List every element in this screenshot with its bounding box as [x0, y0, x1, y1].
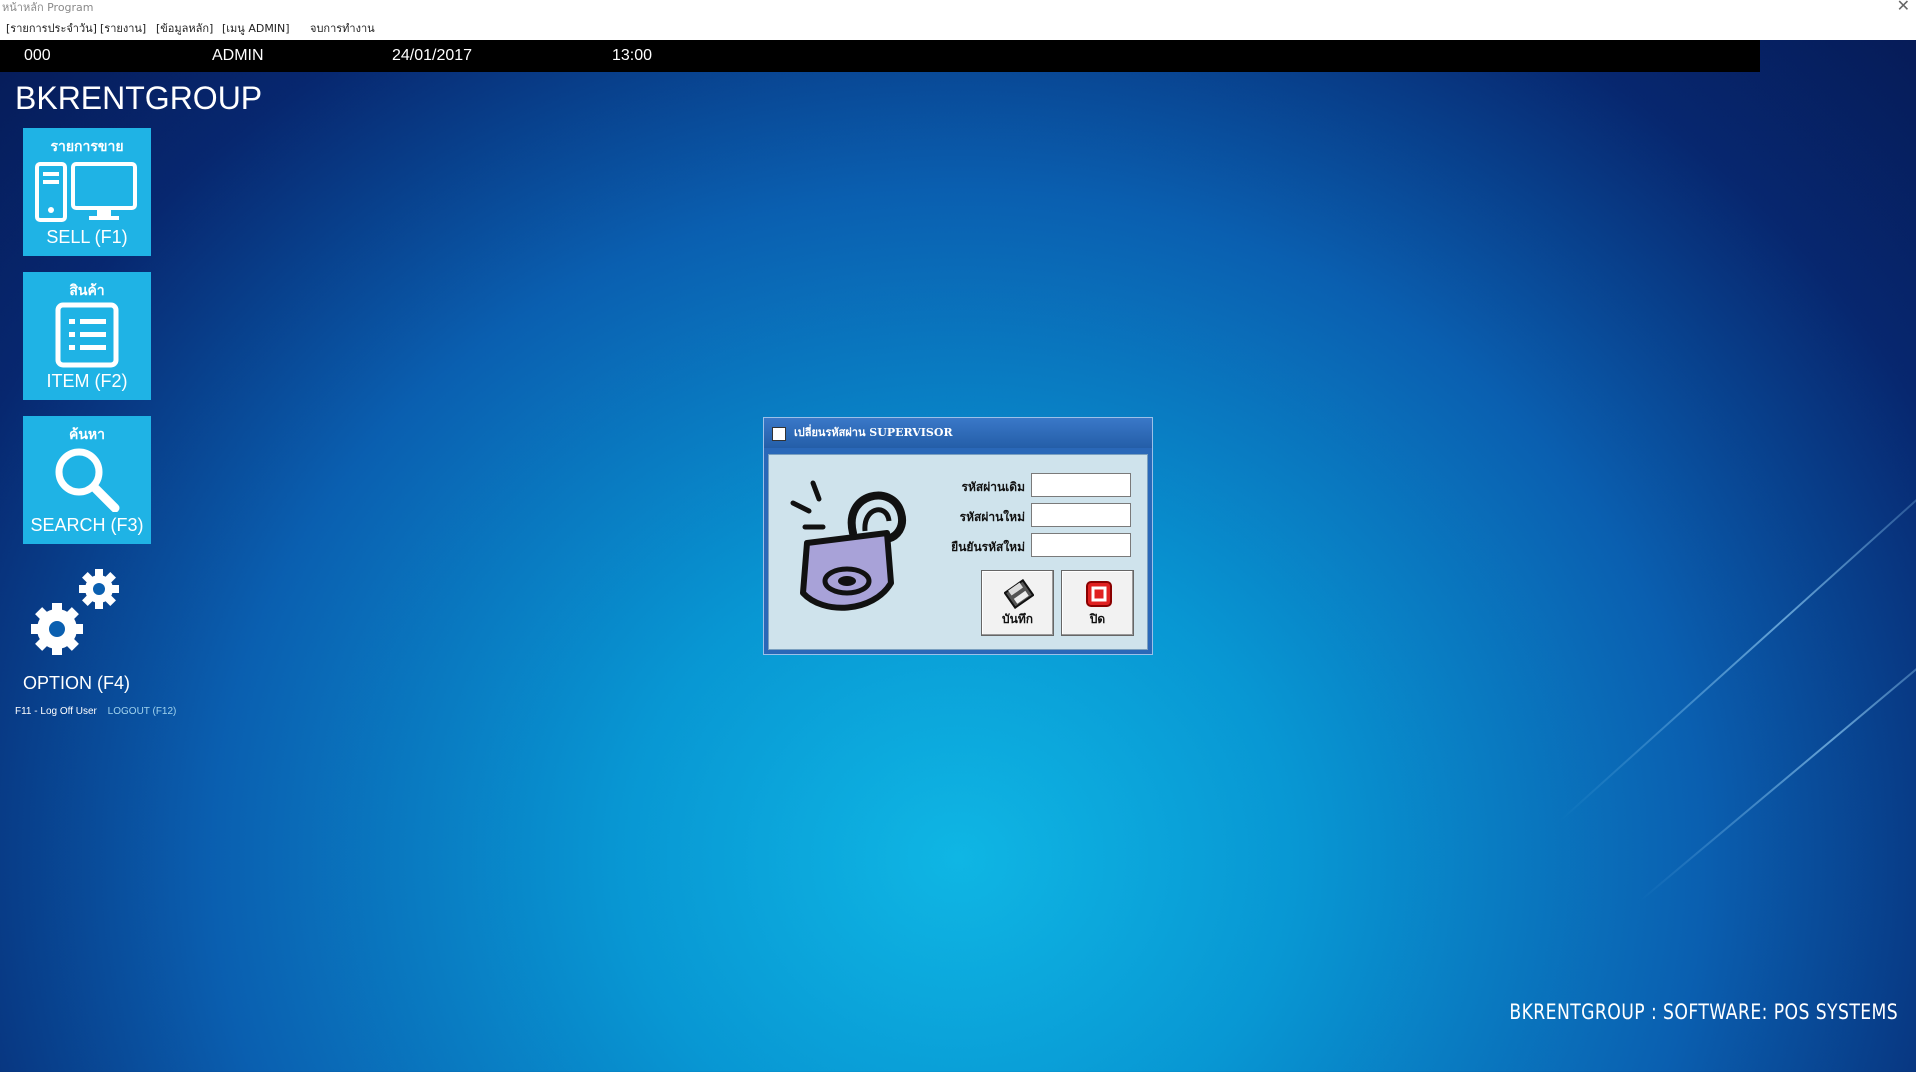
floppy-disk-icon — [1004, 579, 1034, 609]
status-time: 13:00 — [612, 47, 653, 64]
old-password-input[interactable] — [1031, 473, 1131, 497]
window-titlebar: หน้าหลัก Program ✕ — [0, 0, 1916, 18]
menu-item-daily[interactable]: [รายการประจำวัน] — [6, 18, 97, 40]
confirm-password-input[interactable] — [1031, 533, 1131, 557]
status-bar: 000 ADMIN 24/01/2017 13:00 — [0, 40, 1760, 72]
tile-thai-label: สินค้า — [69, 282, 105, 298]
save-button-label: บันทึก — [1002, 612, 1033, 626]
save-button[interactable]: บันทึก — [981, 570, 1054, 636]
light-streak — [1559, 418, 1916, 822]
stop-icon — [1086, 581, 1112, 607]
menu-item-exit[interactable]: จบการทำงาน — [310, 18, 375, 40]
option-label: OPTION (F4) — [23, 673, 130, 693]
close-icon[interactable]: ✕ — [1897, 0, 1910, 14]
new-password-input[interactable] — [1031, 503, 1131, 527]
menu-item-admin[interactable]: [เมนู ADMIN] — [222, 18, 290, 40]
tile-label: ITEM (F2) — [46, 371, 128, 391]
tile-thai-label: รายการขาย — [50, 138, 124, 154]
close-button[interactable]: ปิด — [1061, 570, 1134, 636]
window-title: หน้าหลัก Program — [2, 1, 94, 14]
session-links: F11 - Log Off User LOGOUT (F12) — [15, 706, 176, 717]
dialog-body: รหัสผ่านเดิม รหัสผ่านใหม่ ยืนยันรหัสใหม่… — [768, 454, 1148, 650]
menu-bar: [รายการประจำวัน] [รายงาน] [ข้อมูลหลัก] [… — [0, 18, 1916, 40]
option-button[interactable]: OPTION (F4) — [23, 565, 173, 695]
dialog-title: เปลี่ยนรหัสผ่าน SUPERVISOR — [794, 426, 953, 439]
search-tile-button[interactable]: ค้นหา SEARCH (F3) — [23, 416, 151, 544]
sell-tile-button[interactable]: รายการขาย SELL (F1) — [23, 128, 151, 256]
tile-label: SEARCH (F3) — [30, 515, 144, 535]
close-button-label: ปิด — [1089, 612, 1106, 626]
old-password-label: รหัสผ่านเดิม — [961, 480, 1025, 494]
status-user: ADMIN — [212, 47, 264, 64]
computer-icon — [35, 162, 137, 222]
list-icon — [55, 302, 119, 368]
confirm-password-label: ยืนยันรหัสใหม่ — [951, 540, 1025, 554]
light-streak — [1639, 578, 1916, 902]
brand-title: BKRENTGROUP — [15, 80, 263, 116]
logout-link[interactable]: LOGOUT (F12) — [108, 706, 177, 717]
new-password-label: รหัสผ่านใหม่ — [959, 510, 1025, 524]
app-icon — [772, 427, 786, 441]
footer-brand: BKRENTGROUP : SOFTWARE: POS SYSTEMS — [1509, 1000, 1898, 1024]
status-code: 000 — [24, 47, 51, 64]
tile-label: SELL (F1) — [46, 227, 128, 247]
menu-item-master-data[interactable]: [ข้อมูลหลัก] — [156, 18, 213, 40]
gears-icon — [31, 569, 119, 655]
menu-item-report[interactable]: [รายงาน] — [100, 18, 146, 40]
change-password-dialog: เปลี่ยนรหัสผ่าน SUPERVISOR รหัสผ่านเดิม … — [763, 417, 1153, 655]
search-icon — [55, 448, 120, 512]
logoff-link[interactable]: F11 - Log Off User — [15, 706, 97, 717]
status-date: 24/01/2017 — [392, 47, 473, 64]
tile-thai-label: ค้นหา — [68, 426, 106, 442]
item-tile-button[interactable]: สินค้า ITEM (F2) — [23, 272, 151, 400]
dialog-titlebar[interactable]: เปลี่ยนรหัสผ่าน SUPERVISOR — [764, 418, 1152, 448]
padlock-icon — [790, 480, 906, 611]
